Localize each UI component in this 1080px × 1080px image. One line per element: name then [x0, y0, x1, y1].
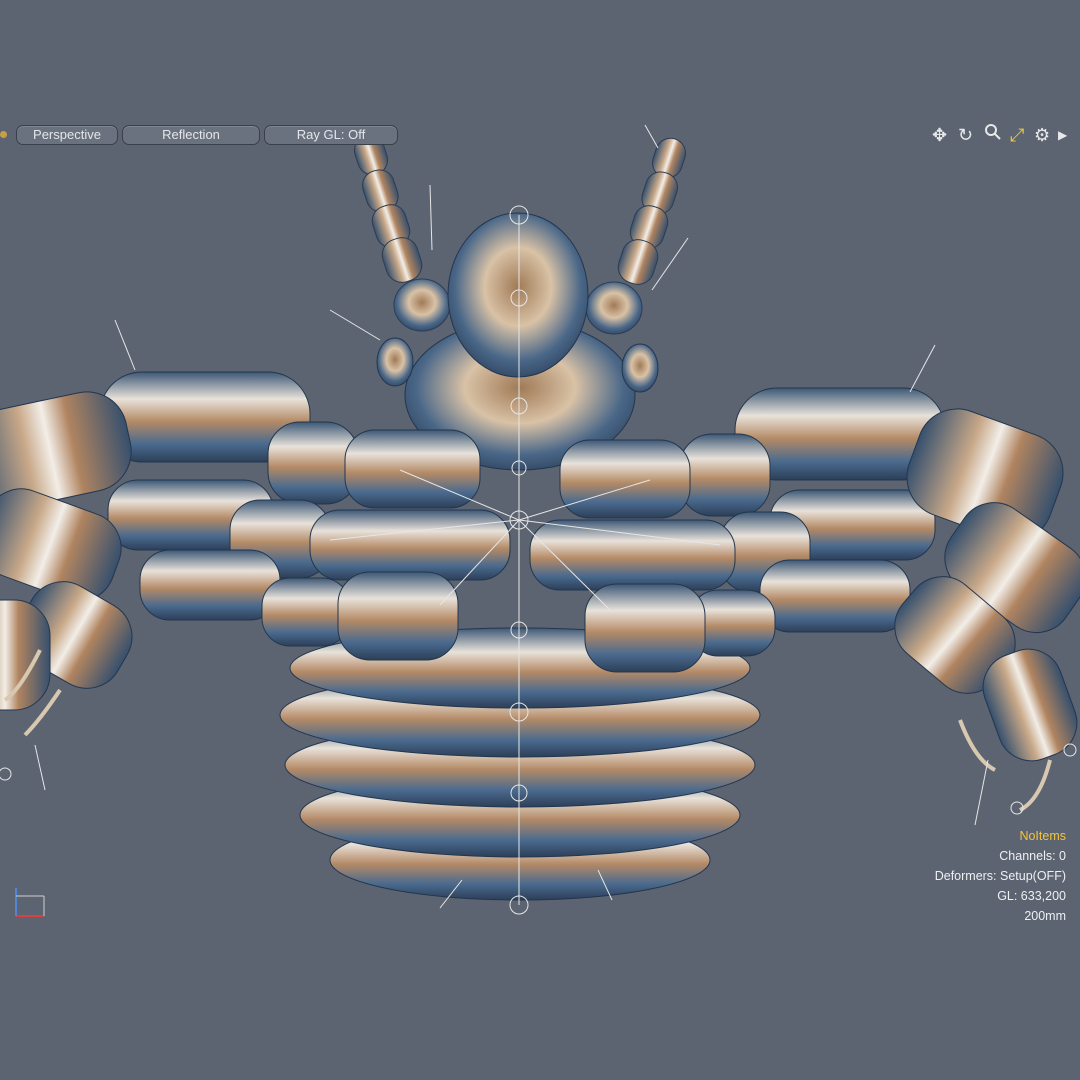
gl-label: GL: 633,200 [997, 889, 1066, 903]
scale-label: 200mm [1024, 909, 1066, 923]
zoom-icon[interactable] [984, 123, 1002, 147]
perspective-button[interactable]: Perspective [16, 125, 118, 145]
reflection-button[interactable]: Reflection [122, 125, 260, 145]
items-label: NoItems [1019, 829, 1066, 843]
axis-gizmo-icon [15, 888, 45, 917]
rotate-icon[interactable]: ↻ [958, 123, 973, 147]
viewport-nav-icons: ✥ ↻ ⤢ ⚙ ▶ [930, 123, 1080, 147]
insect-model[interactable] [0, 0, 1080, 1080]
fit-icon[interactable]: ⤢ [1010, 123, 1024, 147]
gear-icon[interactable]: ⚙ [1034, 123, 1050, 147]
channels-label: Channels: 0 [999, 849, 1066, 863]
move-icon[interactable]: ✥ [932, 123, 947, 147]
arrow-right-icon[interactable]: ▶ [1058, 123, 1067, 147]
left-antenna [353, 134, 451, 332]
viewport-info-overlay: NoItems Channels: 0 Deformers: Setup(OFF… [935, 826, 1066, 926]
viewport-indicator-dot [0, 131, 7, 138]
right-antenna [585, 137, 687, 335]
deformers-label: Deformers: Setup(OFF) [934, 869, 1066, 883]
ray-gl-button[interactable]: Ray GL: Off [264, 125, 398, 145]
3d-viewport[interactable]: Perspective Reflection Ray GL: Off ✥ ↻ ⤢… [0, 0, 1080, 1080]
